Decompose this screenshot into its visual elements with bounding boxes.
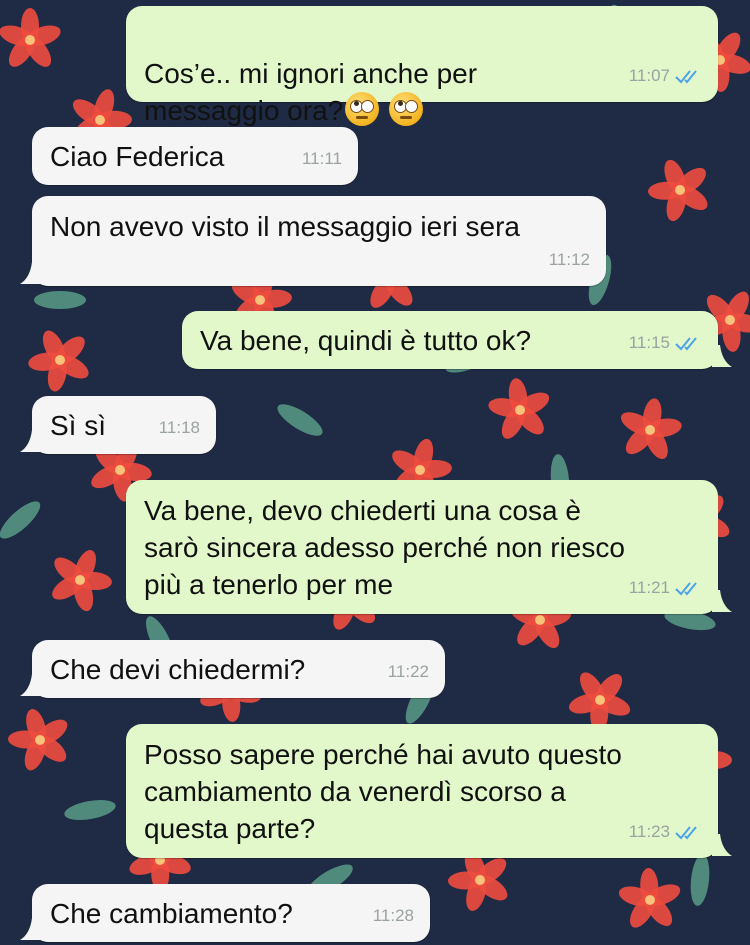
message-time: 11:07 (628, 66, 670, 85)
message-text: Cos’e.. mi ignori anche per messaggio or… (144, 58, 478, 126)
message-bubble-incoming[interactable]: Ciao Federica 11:11 (32, 127, 358, 185)
message-text: Non avevo visto il messaggio ieri sera (50, 211, 520, 242)
message-meta: 11:12 (549, 241, 590, 278)
wallpaper-leaf (34, 291, 86, 309)
message-meta: 11:15 (629, 324, 702, 361)
double-check-icon (675, 581, 697, 595)
bubble-tail (712, 834, 732, 856)
message-time: 11:22 (387, 662, 429, 681)
wallpaper-leaf (64, 800, 116, 820)
message-time: 11:18 (158, 418, 200, 437)
wallpaper-flower (568, 672, 631, 732)
bubble-tail (20, 674, 40, 696)
message-meta: 11:23 (629, 813, 702, 850)
message-meta: 11:22 (388, 653, 429, 690)
bubble-tail (712, 590, 732, 612)
double-check-icon (675, 69, 697, 83)
wallpaper-flower (52, 549, 112, 612)
bubble-tail (20, 918, 40, 940)
bubble-tail (20, 430, 40, 452)
wallpaper-flower (620, 398, 682, 460)
message-text: Posso sapere perché hai avuto questo cam… (144, 739, 622, 844)
double-check-icon (675, 336, 697, 350)
bubble-tail (712, 345, 732, 367)
wallpaper-flower (618, 868, 681, 928)
wallpaper-flower (28, 330, 89, 392)
message-text: Ciao Federica (50, 141, 225, 172)
message-time: 11:15 (628, 333, 670, 352)
double-check-icon (675, 825, 697, 839)
message-text: Che cambiamento? (50, 898, 293, 929)
message-meta: 11:21 (629, 569, 702, 606)
message-time: 11:12 (548, 250, 590, 269)
message-time: 11:21 (628, 578, 670, 597)
message-text: Va bene, devo chiederti una cosa è sarò … (144, 495, 625, 600)
wallpaper-flower (0, 8, 61, 67)
wallpaper-flower (8, 709, 68, 771)
message-bubble-incoming[interactable]: Sì sì 11:18 (32, 396, 216, 454)
message-time: 11:28 (372, 906, 414, 925)
wallpaper-leaf (0, 501, 41, 539)
wallpaper-flower (648, 159, 708, 222)
wallpaper-leaf (690, 854, 710, 906)
wallpaper-leaf (277, 404, 323, 436)
wallpaper-flower (488, 378, 550, 439)
message-bubble-outgoing[interactable]: Va bene, devo chiederti una cosa è sarò … (126, 480, 718, 614)
message-text: Va bene, quindi è tutto ok? (200, 325, 532, 356)
message-meta: 11:11 (302, 140, 342, 177)
message-bubble-outgoing[interactable]: Va bene, quindi è tutto ok? 11:15 (182, 311, 718, 369)
message-bubble-incoming[interactable]: Che cambiamento? 11:28 (32, 884, 430, 942)
message-time: 11:23 (628, 822, 670, 841)
message-bubble-incoming[interactable]: Non avevo visto il messaggio ieri sera 1… (32, 196, 606, 286)
message-bubble-incoming[interactable]: Che devi chiedermi? 11:22 (32, 640, 445, 698)
message-bubble-outgoing[interactable]: Posso sapere perché hai avuto questo cam… (126, 724, 718, 858)
bubble-tail (20, 262, 40, 284)
rolling-eyes-emoji-icon (345, 92, 380, 126)
message-meta: 11:28 (373, 897, 414, 934)
message-text: Che devi chiedermi? (50, 654, 306, 685)
message-text: Sì sì (50, 410, 107, 441)
rolling-eyes-emoji-icon (389, 92, 424, 126)
message-time: 11:11 (301, 149, 342, 168)
message-meta: 11:18 (159, 409, 200, 446)
message-meta: 11:07 (629, 57, 702, 94)
message-bubble-outgoing[interactable]: Cos’e.. mi ignori anche per messaggio or… (126, 6, 718, 126)
